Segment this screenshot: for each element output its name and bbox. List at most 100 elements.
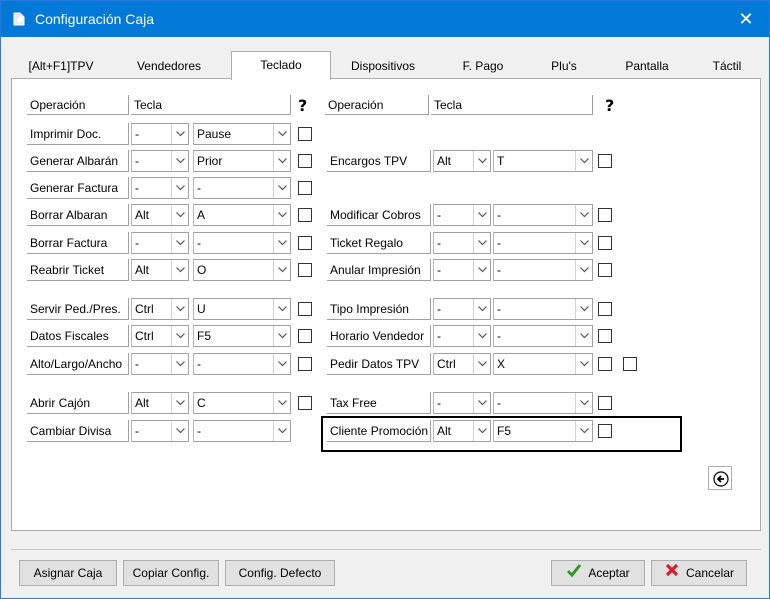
left-row-checkbox[interactable] [298, 208, 312, 222]
right-key-select[interactable]: - [493, 204, 593, 226]
chevron-down-icon[interactable] [273, 151, 290, 171]
left-key-select[interactable]: - [193, 353, 291, 375]
left-modifier-select[interactable]: Alt [131, 392, 189, 414]
chevron-down-icon[interactable] [171, 205, 188, 225]
tab-tpv[interactable]: [Alt+F1]TPV [11, 55, 111, 79]
chevron-down-icon[interactable] [171, 233, 188, 253]
left-modifier-select[interactable]: - [131, 232, 189, 254]
chevron-down-icon[interactable] [273, 354, 290, 374]
tab-teclado[interactable]: Teclado [231, 51, 331, 80]
chevron-down-icon[interactable] [273, 178, 290, 198]
left-modifier-select[interactable]: - [131, 177, 189, 199]
left-key-select[interactable]: Pause [193, 123, 291, 145]
left-key-select[interactable]: F5 [193, 325, 291, 347]
chevron-down-icon[interactable] [575, 354, 592, 374]
right-modifier-select[interactable]: - [433, 259, 491, 281]
left-key-select[interactable]: O [193, 259, 291, 281]
chevron-down-icon[interactable] [171, 151, 188, 171]
left-row-checkbox[interactable] [298, 302, 312, 316]
chevron-down-icon[interactable] [473, 326, 490, 346]
copy-config-button[interactable]: Copiar Config. [123, 560, 219, 586]
tab-pantalla[interactable]: Pantalla [607, 55, 687, 79]
right-extra-checkbox[interactable] [623, 357, 637, 371]
left-row-checkbox[interactable] [298, 236, 312, 250]
right-row-checkbox[interactable] [598, 396, 612, 410]
help-icon[interactable]: ? [605, 96, 614, 115]
right-key-select[interactable]: T [493, 150, 593, 172]
chevron-down-icon[interactable] [575, 260, 592, 280]
chevron-down-icon[interactable] [575, 326, 592, 346]
left-key-select[interactable]: C [193, 392, 291, 414]
tab-dispositivos[interactable]: Dispositivos [333, 55, 433, 79]
default-config-button[interactable]: Config. Defecto [225, 560, 335, 586]
chevron-down-icon[interactable] [273, 326, 290, 346]
right-row-checkbox[interactable] [598, 302, 612, 316]
left-modifier-select[interactable]: Ctrl [131, 298, 189, 320]
left-row-checkbox[interactable] [298, 181, 312, 195]
chevron-down-icon[interactable] [171, 326, 188, 346]
cancel-button[interactable]: Cancelar [651, 560, 747, 586]
chevron-down-icon[interactable] [473, 299, 490, 319]
right-modifier-select[interactable]: Ctrl [433, 353, 491, 375]
chevron-down-icon[interactable] [575, 299, 592, 319]
tab-plus[interactable]: Plu's [529, 55, 599, 79]
left-row-checkbox[interactable] [298, 329, 312, 343]
right-modifier-select[interactable]: - [433, 325, 491, 347]
left-modifier-select[interactable]: - [131, 353, 189, 375]
left-modifier-select[interactable]: Ctrl [131, 325, 189, 347]
tab-f-pago[interactable]: F. Pago [443, 55, 523, 79]
left-key-select[interactable]: U [193, 298, 291, 320]
right-modifier-select[interactable]: Alt [433, 150, 491, 172]
left-modifier-select[interactable]: - [131, 123, 189, 145]
chevron-down-icon[interactable] [575, 151, 592, 171]
right-row-checkbox[interactable] [598, 357, 612, 371]
chevron-down-icon[interactable] [171, 124, 188, 144]
chevron-down-icon[interactable] [575, 393, 592, 413]
left-row-checkbox[interactable] [298, 154, 312, 168]
left-key-select[interactable]: - [193, 232, 291, 254]
chevron-down-icon[interactable] [273, 299, 290, 319]
chevron-down-icon[interactable] [273, 260, 290, 280]
left-key-select[interactable]: - [193, 177, 291, 199]
left-key-select[interactable]: - [193, 420, 291, 442]
chevron-down-icon[interactable] [473, 354, 490, 374]
right-key-select[interactable]: - [493, 232, 593, 254]
left-modifier-select[interactable]: - [131, 420, 189, 442]
right-row-checkbox[interactable] [598, 154, 612, 168]
left-modifier-select[interactable]: Alt [131, 204, 189, 226]
chevron-down-icon[interactable] [171, 393, 188, 413]
chevron-down-icon[interactable] [473, 205, 490, 225]
right-key-select[interactable]: - [493, 298, 593, 320]
chevron-down-icon[interactable] [473, 260, 490, 280]
close-icon[interactable]: ✕ [723, 1, 769, 37]
right-row-checkbox[interactable] [598, 263, 612, 277]
chevron-down-icon[interactable] [273, 233, 290, 253]
left-row-checkbox[interactable] [298, 127, 312, 141]
chevron-down-icon[interactable] [273, 421, 290, 441]
tab-vendedores[interactable]: Vendedores [119, 55, 219, 79]
right-modifier-select[interactable]: - [433, 298, 491, 320]
left-modifier-select[interactable]: Alt [131, 259, 189, 281]
right-key-select[interactable]: - [493, 259, 593, 281]
left-modifier-select[interactable]: - [131, 150, 189, 172]
chevron-down-icon[interactable] [171, 299, 188, 319]
chevron-down-icon[interactable] [171, 421, 188, 441]
chevron-down-icon[interactable] [273, 205, 290, 225]
chevron-down-icon[interactable] [473, 393, 490, 413]
right-key-select[interactable]: - [493, 325, 593, 347]
tab-tactil[interactable]: Táctil [697, 55, 757, 79]
chevron-down-icon[interactable] [575, 233, 592, 253]
accept-button[interactable]: Aceptar [551, 560, 645, 586]
chevron-down-icon[interactable] [273, 124, 290, 144]
chevron-down-icon[interactable] [171, 178, 188, 198]
chevron-down-icon[interactable] [171, 354, 188, 374]
right-key-select[interactable]: X [493, 353, 593, 375]
chevron-down-icon[interactable] [575, 205, 592, 225]
right-modifier-select[interactable]: - [433, 204, 491, 226]
left-row-checkbox[interactable] [298, 357, 312, 371]
right-key-select[interactable]: - [493, 392, 593, 414]
left-key-select[interactable]: A [193, 204, 291, 226]
assign-caja-button[interactable]: Asignar Caja [19, 560, 117, 586]
right-row-checkbox[interactable] [598, 236, 612, 250]
chevron-down-icon[interactable] [473, 233, 490, 253]
